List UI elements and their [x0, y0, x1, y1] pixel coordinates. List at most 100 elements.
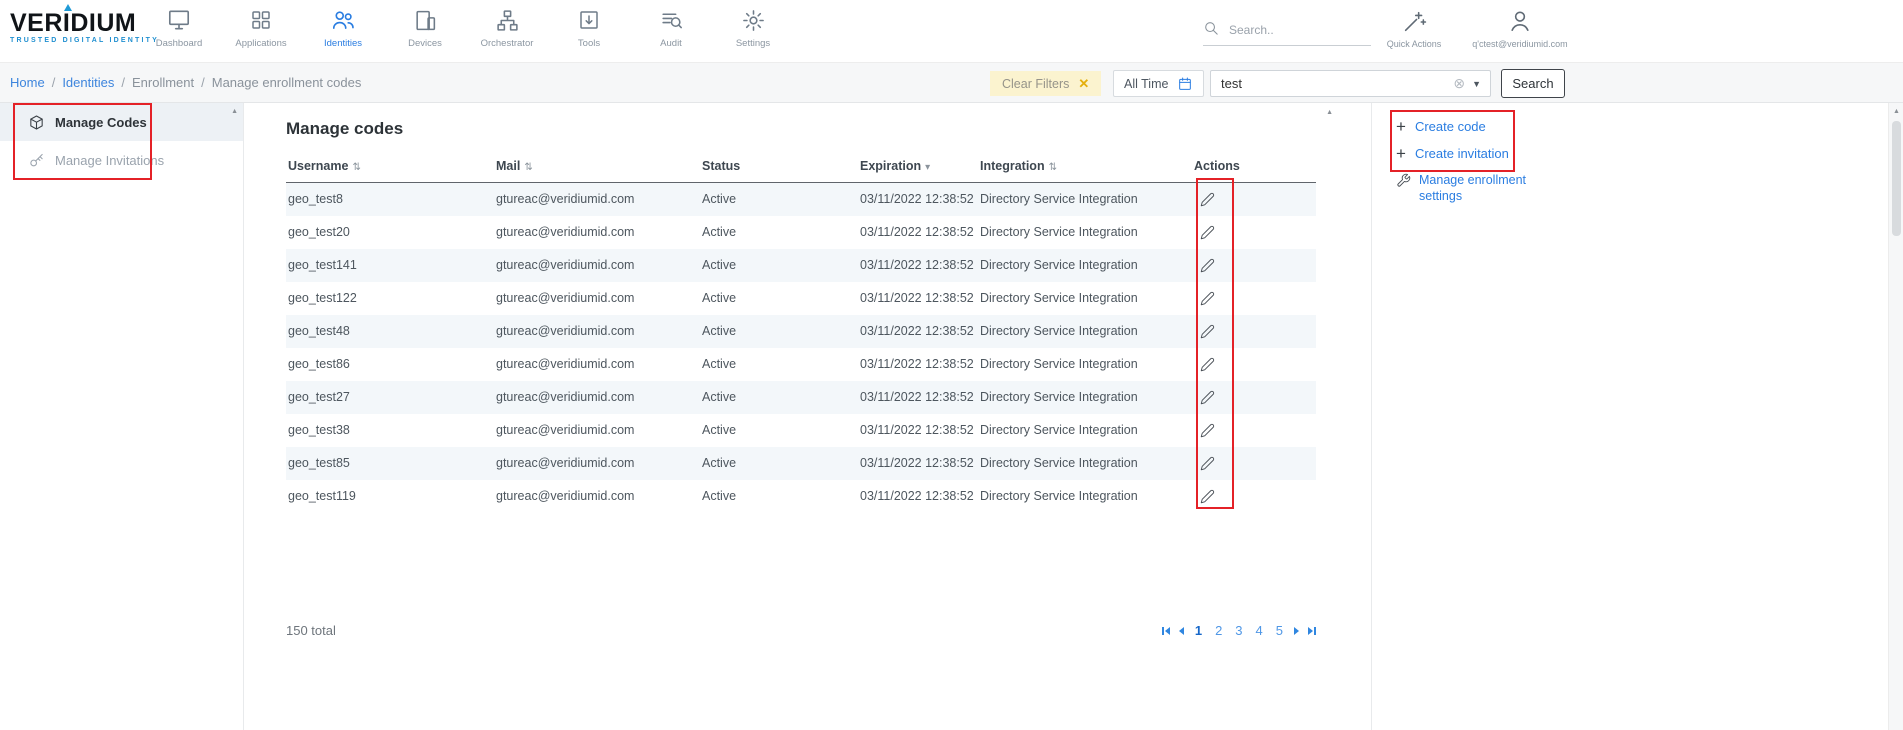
settings-gear-icon [712, 5, 794, 35]
table-row: geo_test86 gtureac@veridiumid.com Active… [286, 348, 1316, 381]
nav-item-orchestrator[interactable]: Orchestrator [466, 5, 548, 49]
pagination-page-button[interactable]: 3 [1233, 623, 1244, 638]
cell-mail: gtureac@veridiumid.com [494, 282, 700, 315]
nav-label-devices: Devices [384, 38, 466, 49]
table-row: geo_test27 gtureac@veridiumid.com Active… [286, 381, 1316, 414]
nav-label-orchestrator: Orchestrator [466, 38, 548, 49]
edit-pencil-button[interactable] [1194, 192, 1215, 207]
search-button[interactable]: Search [1501, 69, 1565, 98]
cell-username: geo_test27 [286, 381, 494, 414]
pagination: 12345 [1162, 623, 1316, 638]
cell-status: Active [700, 480, 858, 513]
cell-status: Active [700, 216, 858, 249]
column-header-mail[interactable]: Mail⇅ [494, 150, 700, 183]
column-header-username[interactable]: Username⇅ [286, 150, 494, 183]
breadcrumb-current-page: Manage enrollment codes [212, 75, 362, 90]
codes-table-header: Username⇅ Mail⇅ Status Expiration▾ Integ… [286, 150, 1316, 183]
cell-status: Active [700, 381, 858, 414]
top-nav: VERIDIUM TRUSTED DIGITAL IDENTITY Dashbo… [0, 0, 1903, 62]
sort-down-icon: ▾ [925, 162, 930, 173]
cell-expiration: 03/11/2022 12:38:52 [858, 480, 978, 513]
nav-item-dashboard[interactable]: Dashboard [138, 5, 220, 49]
cell-status: Active [700, 447, 858, 480]
table-row: geo_test85 gtureac@veridiumid.com Active… [286, 447, 1316, 480]
filter-search-input[interactable] [1211, 76, 1453, 91]
time-range-picker[interactable]: All Time [1113, 70, 1204, 97]
breadcrumb-separator: / [201, 75, 205, 90]
edit-pencil-button[interactable] [1194, 456, 1215, 471]
sidebar-item-manage-codes[interactable]: Manage Codes [0, 103, 243, 141]
search-dropdown-caret-icon[interactable]: ▼ [1472, 79, 1481, 89]
nav-label-tools: Tools [548, 38, 630, 49]
create-invitation-button[interactable]: + Create invitation [1396, 145, 1888, 162]
cell-integration: Directory Service Integration [978, 414, 1192, 447]
column-header-status[interactable]: Status [700, 150, 858, 183]
cell-expiration: 03/11/2022 12:38:52 [858, 183, 978, 216]
cell-integration: Directory Service Integration [978, 249, 1192, 282]
column-header-expiration[interactable]: Expiration▾ [858, 150, 978, 183]
scroll-up-arrow[interactable]: ▲ [1893, 108, 1900, 115]
cell-mail: gtureac@veridiumid.com [494, 447, 700, 480]
create-code-button[interactable]: + Create code [1396, 118, 1888, 135]
global-search-input[interactable] [1229, 23, 1359, 37]
cell-status: Active [700, 414, 858, 447]
next-page-button[interactable] [1294, 627, 1299, 635]
cell-expiration: 03/11/2022 12:38:52 [858, 381, 978, 414]
last-page-button[interactable] [1308, 627, 1316, 635]
nav-item-settings[interactable]: Settings [712, 5, 794, 49]
edit-pencil-button[interactable] [1194, 423, 1215, 438]
breadcrumb-identities[interactable]: Identities [62, 75, 114, 90]
edit-pencil-button[interactable] [1194, 390, 1215, 405]
logo-text: VERIDIUM [10, 10, 159, 36]
nav-item-audit[interactable]: Audit [630, 5, 712, 49]
nav-label-applications: Applications [220, 38, 302, 49]
page-scrollbar[interactable]: ▲ [1888, 103, 1903, 730]
sidebar-scroll-up-arrow[interactable]: ▲ [231, 108, 238, 115]
cell-expiration: 03/11/2022 12:38:52 [858, 348, 978, 381]
cell-username: geo_test85 [286, 447, 494, 480]
right-panel: + Create code + Create invitation Manage… [1371, 103, 1888, 730]
edit-pencil-button[interactable] [1194, 489, 1215, 504]
prev-page-button[interactable] [1179, 627, 1184, 635]
quick-actions-button[interactable]: Quick Actions [1381, 6, 1447, 49]
breadcrumb-home[interactable]: Home [10, 75, 45, 90]
column-label: Actions [1194, 159, 1240, 173]
filter-search-box: ⊗ ▼ [1210, 70, 1491, 97]
pagination-page-button[interactable]: 2 [1213, 623, 1224, 638]
sidebar-item-manage-invitations[interactable]: Manage Invitations [0, 141, 243, 179]
cell-status: Active [700, 249, 858, 282]
orchestrator-icon [466, 5, 548, 35]
veridium-logo[interactable]: VERIDIUM TRUSTED DIGITAL IDENTITY [10, 10, 159, 44]
nav-item-identities[interactable]: Identities [302, 5, 384, 49]
cell-mail: gtureac@veridiumid.com [494, 249, 700, 282]
cell-expiration: 03/11/2022 12:38:52 [858, 414, 978, 447]
cell-status: Active [700, 282, 858, 315]
edit-pencil-button[interactable] [1194, 291, 1215, 306]
column-header-integration[interactable]: Integration⇅ [978, 150, 1192, 183]
pagination-page-button[interactable]: 1 [1193, 623, 1204, 638]
total-count-label: 150 total [286, 623, 336, 638]
cell-integration: Directory Service Integration [978, 216, 1192, 249]
cell-status: Active [700, 315, 858, 348]
scrollbar-thumb[interactable] [1892, 121, 1901, 236]
edit-pencil-button[interactable] [1194, 258, 1215, 273]
nav-item-devices[interactable]: Devices [384, 5, 466, 49]
sort-icon: ⇅ [1049, 162, 1057, 173]
cell-username: geo_test141 [286, 249, 494, 282]
nav-item-tools[interactable]: Tools [548, 5, 630, 49]
edit-pencil-button[interactable] [1194, 357, 1215, 372]
nav-label-settings: Settings [712, 38, 794, 49]
pagination-page-button[interactable]: 5 [1274, 623, 1285, 638]
applications-grid-icon [220, 5, 302, 35]
clear-filters-button[interactable]: Clear Filters ✕ [990, 71, 1101, 96]
identities-people-icon [302, 5, 384, 35]
manage-enrollment-settings-link[interactable]: Manage enrollment settings [1396, 172, 1556, 204]
main-scroll-up-arrow[interactable]: ▲ [1326, 109, 1333, 116]
clear-input-icon[interactable]: ⊗ [1453, 75, 1465, 92]
edit-pencil-button[interactable] [1194, 225, 1215, 240]
edit-pencil-button[interactable] [1194, 324, 1215, 339]
user-menu[interactable]: q'ctest@veridiumid.com [1458, 6, 1582, 49]
first-page-button[interactable] [1162, 627, 1170, 635]
nav-item-applications[interactable]: Applications [220, 5, 302, 49]
pagination-page-button[interactable]: 4 [1254, 623, 1265, 638]
